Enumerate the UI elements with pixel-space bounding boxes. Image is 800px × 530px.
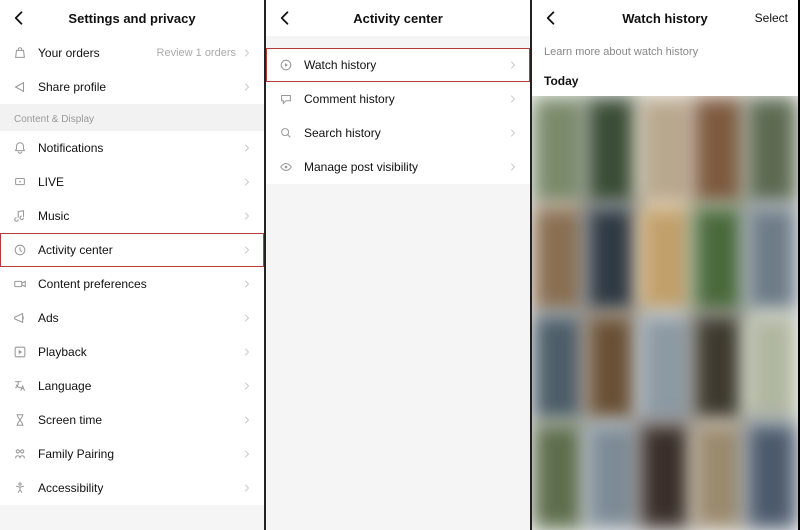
chevron-right-icon xyxy=(242,311,252,325)
row-label: Family Pairing xyxy=(38,447,242,461)
row-label: Screen time xyxy=(38,413,242,427)
accessibility-icon xyxy=(12,480,28,496)
family-icon xyxy=(12,446,28,462)
activity-row-watch-history[interactable]: Watch history xyxy=(266,48,530,82)
row-label: Watch history xyxy=(304,58,508,72)
language-icon xyxy=(12,378,28,394)
activity-row-search-history[interactable]: Search history xyxy=(266,116,530,150)
app-root: Settings and privacy Your ordersReview 1… xyxy=(0,0,800,530)
chevron-right-icon xyxy=(242,209,252,223)
row-label: Ads xyxy=(38,311,242,325)
row-label: Accessibility xyxy=(38,481,242,495)
settings-row-live[interactable]: LIVE xyxy=(0,165,264,199)
row-label: Playback xyxy=(38,345,242,359)
activity-row-comment-history[interactable]: Comment history xyxy=(266,82,530,116)
broadcast-icon xyxy=(12,174,28,190)
settings-header: Settings and privacy xyxy=(0,0,264,36)
row-value: Review 1 orders xyxy=(157,47,236,59)
bell-icon xyxy=(12,140,28,156)
settings-row-family-pairing[interactable]: Family Pairing xyxy=(0,437,264,471)
row-label: Activity center xyxy=(38,243,242,257)
settings-row-notifications[interactable]: Notifications xyxy=(0,131,264,165)
settings-row-content-preferences[interactable]: Content preferences xyxy=(0,267,264,301)
video-icon xyxy=(12,276,28,292)
settings-row-screen-time[interactable]: Screen time xyxy=(0,403,264,437)
share-icon xyxy=(12,79,28,95)
row-label: Comment history xyxy=(304,92,508,106)
activity-list: Watch history Comment history Search histo… xyxy=(266,48,530,184)
settings-row-ads[interactable]: Ads xyxy=(0,301,264,335)
info-link[interactable]: Learn more about watch history xyxy=(532,36,798,68)
search-icon xyxy=(278,125,294,141)
settings-row-playback[interactable]: Playback xyxy=(0,335,264,369)
settings-row-your-orders[interactable]: Your ordersReview 1 orders xyxy=(0,36,264,70)
page-title: Settings and privacy xyxy=(68,11,195,26)
settings-pane: Settings and privacy Your ordersReview 1… xyxy=(0,0,266,530)
spacer xyxy=(266,36,530,48)
chevron-right-icon xyxy=(242,141,252,155)
row-label: Share profile xyxy=(38,80,242,94)
activity-header: Activity center xyxy=(266,0,530,36)
watch-history-pane: Watch history Select Learn more about wa… xyxy=(532,0,798,530)
activity-center-pane: Activity center Watch history Comment his… xyxy=(266,0,532,530)
settings-section-top: Your ordersReview 1 orders Share profile xyxy=(0,36,264,104)
row-label: Music xyxy=(38,209,242,223)
watch-history-header: Watch history Select xyxy=(532,0,798,36)
page-title: Activity center xyxy=(353,11,443,26)
row-label: Content preferences xyxy=(38,277,242,291)
settings-row-accessibility[interactable]: Accessibility xyxy=(0,471,264,505)
settings-section-main: Notifications LIVE Music Activity center Con… xyxy=(0,131,264,505)
chevron-right-icon xyxy=(242,277,252,291)
back-button[interactable] xyxy=(274,7,296,29)
chevron-right-icon xyxy=(242,413,252,427)
chevron-right-icon xyxy=(508,160,518,174)
bag-icon xyxy=(12,45,28,61)
empty-area xyxy=(266,184,530,530)
chevron-right-icon xyxy=(242,243,252,257)
chevron-right-icon xyxy=(242,80,252,94)
play-circle-icon xyxy=(278,57,294,73)
hourglass-icon xyxy=(12,412,28,428)
chevron-right-icon xyxy=(508,92,518,106)
settings-row-music[interactable]: Music xyxy=(0,199,264,233)
today-heading: Today xyxy=(532,68,798,96)
settings-row-language[interactable]: Language xyxy=(0,369,264,403)
settings-row-activity-center[interactable]: Activity center xyxy=(0,233,264,267)
row-label: Language xyxy=(38,379,242,393)
back-arrow-icon xyxy=(276,7,294,29)
megaphone-icon xyxy=(12,310,28,326)
chevron-right-icon xyxy=(242,379,252,393)
page-title: Watch history xyxy=(622,11,707,26)
chevron-right-icon xyxy=(242,447,252,461)
back-button[interactable] xyxy=(540,7,562,29)
back-arrow-icon xyxy=(10,7,28,29)
chevron-right-icon xyxy=(242,175,252,189)
settings-row-share-profile[interactable]: Share profile xyxy=(0,70,264,104)
comment-icon xyxy=(278,91,294,107)
row-label: LIVE xyxy=(38,175,242,189)
music-icon xyxy=(12,208,28,224)
play-box-icon xyxy=(12,344,28,360)
chevron-right-icon xyxy=(242,481,252,495)
activity-row-manage-post-visibility[interactable]: Manage post visibility xyxy=(266,150,530,184)
clock-icon xyxy=(12,242,28,258)
row-label: Manage post visibility xyxy=(304,160,508,174)
back-button[interactable] xyxy=(8,7,30,29)
select-button[interactable]: Select xyxy=(755,11,788,25)
chevron-right-icon xyxy=(508,126,518,140)
chevron-right-icon xyxy=(508,58,518,72)
watch-history-grid[interactable] xyxy=(532,96,798,530)
chevron-right-icon xyxy=(242,345,252,359)
chevron-right-icon xyxy=(242,46,252,60)
row-label: Search history xyxy=(304,126,508,140)
section-label-content-display: Content & Display xyxy=(0,104,264,131)
eye-icon xyxy=(278,159,294,175)
row-label: Notifications xyxy=(38,141,242,155)
back-arrow-icon xyxy=(542,7,560,29)
row-label: Your orders xyxy=(38,46,157,60)
